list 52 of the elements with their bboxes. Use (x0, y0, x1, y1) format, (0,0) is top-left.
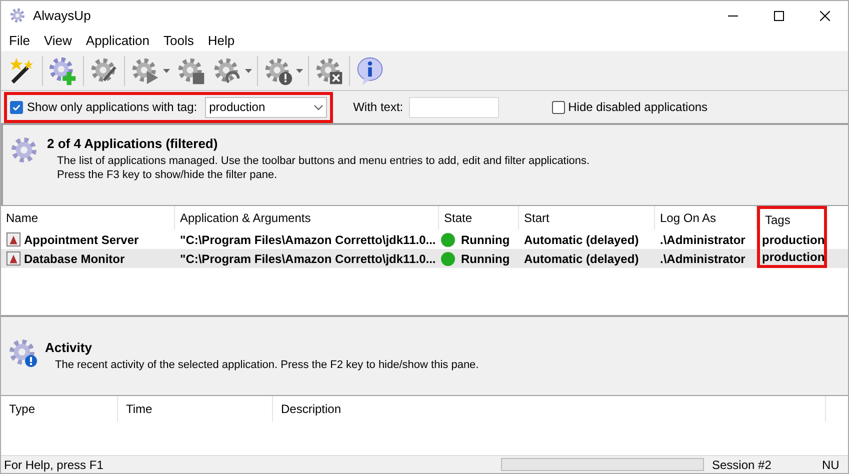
table-cell-text: Database Monitor (24, 250, 125, 268)
gear-alert-icon (7, 337, 39, 369)
tag-checkbox-label: Show only applications with tag: (27, 99, 198, 116)
column-header[interactable]: Description (273, 396, 826, 422)
menu-item[interactable]: File (2, 31, 37, 51)
menu-item[interactable]: Application (78, 31, 157, 51)
table-cell: production (757, 249, 827, 268)
service-icon (6, 251, 21, 266)
chevron-down-icon (314, 104, 324, 110)
hide-disabled-label: Hide disabled applications (568, 99, 708, 116)
gear-remove-icon (314, 56, 344, 86)
table-cell-text: .\Administrator (659, 232, 746, 248)
gear-add-icon (48, 56, 78, 86)
menu-item[interactable]: View (36, 31, 79, 51)
info-icon (355, 56, 385, 86)
table-cell-text: Automatic (delayed) (523, 232, 640, 248)
table-cell-text: .\Administrator (659, 250, 746, 268)
gear-refresh-icon (212, 56, 242, 86)
gear-alert-icon (263, 56, 293, 86)
pane-title: Activity (45, 339, 93, 357)
table-cell-text: Automatic (delayed) (523, 250, 640, 268)
gear-play-icon (130, 56, 160, 86)
service-icon (6, 232, 21, 247)
pane-description: Press the F3 key to show/hide the filter pane. (56, 168, 278, 182)
tag-checkbox[interactable] (10, 100, 23, 114)
menu-item[interactable]: Help (200, 31, 242, 51)
session-label: Session #2 (711, 456, 772, 473)
status-text: For Help, press F1 (3, 456, 104, 473)
text-filter-label: With text: (353, 99, 404, 116)
app-gear-icon (9, 7, 27, 25)
close-icon (820, 11, 830, 21)
table-row[interactable]: Database Monitor "C:\Program Files\Amazon Corretto\jdk11.0... Running Automatic (delayed) .\Administrator production (1, 249, 848, 268)
table-cell-text: Appointment Server (24, 232, 139, 248)
dropdown-arrow-icon (296, 68, 303, 72)
pane-description: The recent activity of the selected application. Press the F2 key to hide/show this pane. (54, 358, 479, 372)
dropdown-arrow-icon (245, 68, 252, 72)
tag-dropdown[interactable]: production (205, 96, 328, 118)
gear-stop-icon (176, 56, 206, 86)
pane-title: 2 of 4 Applications (filtered) (47, 135, 219, 153)
menu-item[interactable]: Tools (156, 31, 201, 51)
pane-description: The list of applications managed. Use the toolbar buttons and menu entries to add, edit and filter applications. (56, 154, 590, 168)
column-header[interactable]: Type (1, 396, 118, 422)
table-cell-text: "C:\Program Files\Amazon Corretto\jdk11.0... (179, 250, 437, 268)
text-filter-field[interactable] (409, 96, 500, 118)
table-cell-text: "C:\Program Files\Amazon Corretto\jdk11.0... (179, 232, 437, 248)
table-cell-text: Running (461, 250, 510, 268)
maximize-icon (774, 11, 784, 21)
table-cell-text: Running (461, 232, 510, 248)
keyboard-indicator: NU (821, 456, 840, 473)
dropdown-arrow-icon (163, 68, 170, 72)
column-header[interactable]: Time (118, 396, 273, 422)
window-title: AlwaysUp (33, 7, 91, 26)
